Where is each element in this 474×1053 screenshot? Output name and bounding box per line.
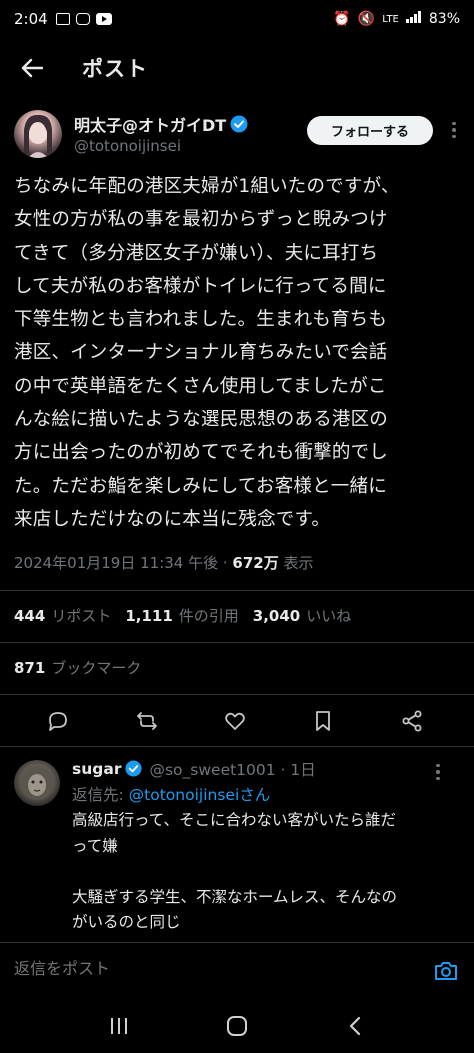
reply-author-avatar[interactable] <box>14 760 60 806</box>
youtube-notification-icon <box>95 13 112 25</box>
alarm-icon: ⏰ <box>333 11 351 27</box>
bookmarks-count: 871 <box>14 659 46 677</box>
reposts-label: リポスト <box>51 607 112 625</box>
reply-icon[interactable] <box>42 705 74 737</box>
gallery-notification-icon <box>55 13 70 25</box>
verified-badge-icon <box>230 115 248 133</box>
status-bar: 2:04 ⏰ 🔇 LTE 83% <box>0 0 474 38</box>
replying-to-link[interactable]: @totonoijinseiさん <box>129 786 271 804</box>
bookmarks-stat[interactable]: 871 ブックマーク <box>14 657 141 678</box>
reply-more-options-icon[interactable] <box>428 762 448 782</box>
page-title: ポスト <box>82 57 148 81</box>
camera-icon[interactable] <box>432 957 460 985</box>
views-label: 表示 <box>278 554 314 572</box>
author-name[interactable]: 明太子@オトガイDT <box>74 112 248 136</box>
divider <box>0 590 474 591</box>
quotes-stat[interactable]: 1,111 件の引用 <box>125 605 238 626</box>
author-avatar[interactable] <box>14 110 62 158</box>
reply-author-name: sugar <box>72 760 122 778</box>
mute-icon: 🔇 <box>357 11 376 27</box>
reply-author-handle: @so_sweet1001 · 1日 <box>149 761 316 779</box>
quotes-label: 件の引用 <box>178 607 239 625</box>
reply-text: 高級店行って、そこに合わない客がいたら誰だ って嫌 大騒ぎする学生、不潔なホーム… <box>72 811 398 931</box>
action-bar <box>0 700 474 742</box>
battery-percent: 83% <box>428 11 460 27</box>
system-navigation-bar <box>0 998 474 1053</box>
post-timestamp: 2024年01月19日 11:34 午後 · <box>14 554 233 572</box>
reply-input[interactable] <box>14 959 314 978</box>
divider <box>0 694 474 695</box>
view-count: 672万 <box>232 554 279 572</box>
engagement-stats: 444 リポスト 1,111 件の引用 3,040 いいね <box>14 605 351 626</box>
likes-count: 3,040 <box>252 607 301 625</box>
replying-to-prefix: 返信先: <box>72 786 129 804</box>
home-icon[interactable] <box>217 1006 257 1046</box>
quotes-count: 1,111 <box>125 607 173 625</box>
bookmarks-label: ブックマーク <box>51 659 142 677</box>
more-options-icon[interactable] <box>444 120 464 140</box>
author-handle[interactable]: @totonoijinsei <box>74 137 181 155</box>
replying-to: 返信先: @totonoijinseiさん <box>72 783 270 805</box>
repost-icon[interactable] <box>131 705 163 737</box>
like-heart-icon[interactable] <box>219 705 251 737</box>
post-text: ちなみに年配の港区夫婦が1組いたのですが、 女性の方が私の事を最初からずっと睨み… <box>14 176 400 530</box>
bookmark-icon[interactable] <box>307 705 339 737</box>
instagram-notification-icon <box>75 13 90 25</box>
signal-icon <box>405 11 422 27</box>
back-nav-icon[interactable] <box>335 1006 375 1046</box>
reposts-stat[interactable]: 444 リポスト <box>14 605 111 626</box>
post-meta: 2024年01月19日 11:34 午後 · 672万 表示 <box>14 552 314 573</box>
recent-apps-icon[interactable] <box>99 1006 139 1046</box>
share-icon[interactable] <box>396 705 428 737</box>
top-bar: ポスト <box>0 40 474 96</box>
status-time: 2:04 <box>14 10 48 28</box>
follow-button[interactable]: フォローする <box>307 116 433 145</box>
divider <box>0 642 474 643</box>
likes-stat[interactable]: 3,040 いいね <box>253 605 351 626</box>
divider <box>0 746 474 747</box>
network-type: LTE <box>382 13 399 25</box>
back-arrow-icon[interactable] <box>14 50 50 86</box>
author-display-name: 明太子@オトガイDT <box>74 116 227 135</box>
reposts-count: 444 <box>14 607 46 625</box>
likes-label: いいね <box>306 607 352 625</box>
verified-badge-icon <box>125 760 143 778</box>
reply-composer <box>0 942 474 998</box>
reply-author-line[interactable]: sugar @so_sweet1001 · 1日 <box>72 758 316 780</box>
